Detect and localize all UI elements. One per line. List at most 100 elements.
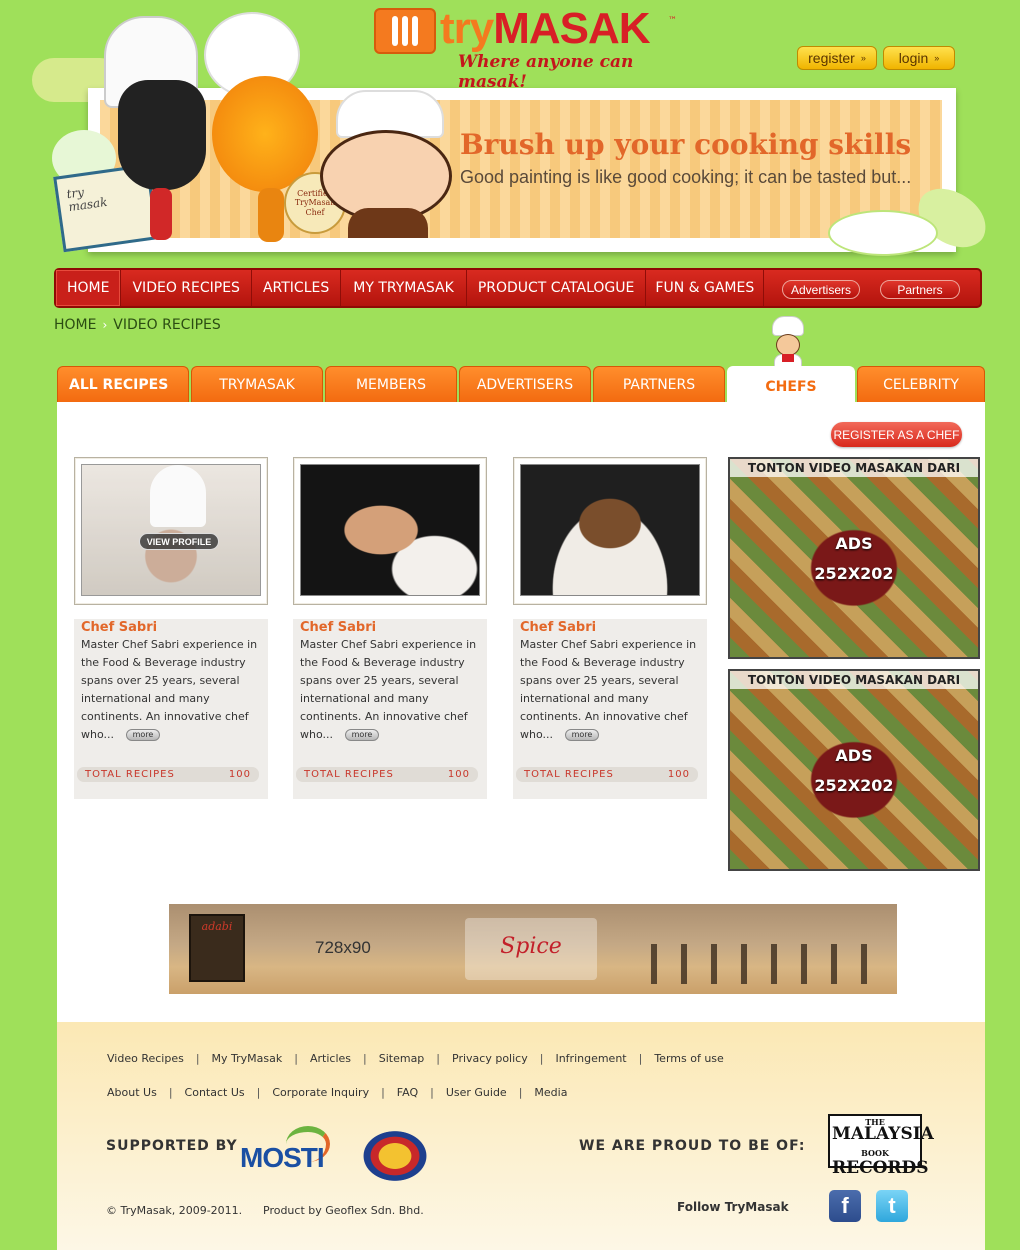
nav-product-catalogue[interactable]: PRODUCT CATALOGUE: [467, 270, 647, 306]
logo-trademark: ™: [668, 16, 677, 26]
more-button[interactable]: more: [345, 729, 379, 741]
footer-link-media[interactable]: Media: [534, 1086, 567, 1099]
utensils-logo-icon: [374, 8, 436, 54]
chevron-right-icon: »: [860, 53, 866, 63]
footer-separator: |: [195, 1052, 200, 1065]
tab-trymasak[interactable]: TRYMASAK: [191, 366, 323, 402]
nav-partners-button[interactable]: Partners: [880, 280, 960, 299]
chef-name[interactable]: Chef Sabri: [520, 619, 700, 635]
more-button[interactable]: more: [126, 729, 160, 741]
tab-partners[interactable]: PARTNERS: [593, 366, 725, 402]
chef-photo-frame[interactable]: [513, 457, 707, 605]
more-button[interactable]: more: [565, 729, 599, 741]
nav-home[interactable]: HOME: [56, 270, 122, 306]
login-button[interactable]: login »: [883, 46, 955, 70]
footer-link-corporate-inquiry[interactable]: Corporate Inquiry: [272, 1086, 369, 1099]
follow-trymasak-label: Follow TryMasak: [677, 1200, 789, 1214]
breadcrumb: HOME › VIDEO RECIPES: [54, 317, 221, 333]
leaderboard-ad[interactable]: adabi 728x90 Spice routes: [169, 904, 897, 994]
nav-advertisers-button[interactable]: Advertisers: [782, 280, 860, 299]
footer-link-faq[interactable]: FAQ: [397, 1086, 418, 1099]
footer-separator: |: [638, 1052, 643, 1065]
mbr-line-2-3: BOOK RECORDS: [832, 1143, 929, 1177]
footer-separator: |: [436, 1052, 441, 1065]
banner-subtitle: Good painting is like good cooking; it c…: [460, 167, 912, 187]
chef-name[interactable]: Chef Sabri: [81, 619, 261, 635]
chef-photo[interactable]: [81, 464, 261, 596]
spatula-mascot: [118, 80, 206, 190]
adabi-logo: adabi: [189, 914, 245, 982]
supported-by-label: SUPPORTED BY: [106, 1138, 238, 1154]
footer-link-contact-us[interactable]: Contact Us: [185, 1086, 245, 1099]
footer-link-terms-of-use[interactable]: Terms of use: [654, 1052, 723, 1065]
register-button[interactable]: register »: [797, 46, 877, 70]
total-recipes-label: TOTAL RECIPES: [304, 769, 394, 780]
total-recipes-value: 100: [447, 769, 470, 780]
tab-members[interactable]: MEMBERS: [325, 366, 457, 402]
chef-photo[interactable]: [520, 464, 700, 596]
tab-advertisers[interactable]: ADVERTISERS: [459, 366, 591, 402]
chef-name[interactable]: Chef Sabri: [300, 619, 480, 635]
ad-banner-252x202[interactable]: TONTON VIDEO MASAKAN DARI ADS 252X202: [728, 669, 980, 871]
chef-card: Chef Sabri Master Chef Sabri experience …: [513, 457, 707, 799]
chef-hat-photo-detail: [150, 465, 206, 527]
mbr-records: RECORDS: [832, 1158, 929, 1178]
footer-link-user-guide[interactable]: User Guide: [446, 1086, 507, 1099]
chef-description: Master Chef Sabri experience in the Food…: [300, 636, 480, 744]
malaysia-book-of-records-logo[interactable]: THE MALAYSIA BOOK RECORDS: [828, 1114, 934, 1177]
footer-link-privacy-policy[interactable]: Privacy policy: [452, 1052, 528, 1065]
footer-link-articles[interactable]: Articles: [310, 1052, 351, 1065]
login-label: login: [898, 50, 929, 66]
nav-my-trymasak[interactable]: MY TRYMASAK: [341, 270, 467, 306]
chef-description-text: Master Chef Sabri experience in the Food…: [81, 638, 258, 741]
total-recipes-bar: TOTAL RECIPES 100: [77, 767, 259, 782]
chef-photo-frame[interactable]: [293, 457, 487, 605]
main-navigation: HOME VIDEO RECIPES ARTICLES MY TRYMASAK …: [54, 268, 982, 308]
chef-card: Chef Sabri Master Chef Sabri experience …: [293, 457, 487, 799]
ad-label-line-1: ADS: [835, 746, 873, 765]
view-profile-button[interactable]: VIEW PROFILE: [139, 533, 219, 550]
chef-description: Master Chef Sabri experience in the Food…: [81, 636, 261, 744]
girl-chef-body: [348, 208, 428, 238]
rice-dish-illustration: [828, 210, 938, 256]
breadcrumb-current: VIDEO RECIPES: [113, 317, 221, 333]
footer-links-row-1: Video Recipes | My TryMasak | Articles |…: [107, 1052, 724, 1065]
chef-photo[interactable]: [300, 464, 480, 596]
footer-separator: |: [518, 1086, 523, 1099]
footer-link-infringement[interactable]: Infringement: [555, 1052, 626, 1065]
facebook-icon[interactable]: f: [829, 1190, 861, 1222]
footer-link-video-recipes[interactable]: Video Recipes: [107, 1052, 184, 1065]
breadcrumb-home[interactable]: HOME: [54, 317, 96, 333]
footer-separator: |: [168, 1086, 173, 1099]
tab-chefs[interactable]: CHEFS: [727, 366, 855, 406]
mosti-logo-text: MOSTI: [240, 1142, 325, 1173]
nav-video-recipes[interactable]: VIDEO RECIPES: [121, 270, 252, 306]
footer: Video Recipes | My TryMasak | Articles |…: [57, 1022, 985, 1250]
mbr-line-1: MALAYSIA: [832, 1124, 934, 1144]
footer-link-my-trymasak[interactable]: My TryMasak: [212, 1052, 283, 1065]
chevron-right-icon: »: [934, 53, 940, 63]
ad-label-line-1: ADS: [835, 534, 873, 553]
chef-photo-frame[interactable]: VIEW PROFILE: [74, 457, 268, 605]
tab-celebrity[interactable]: CELEBRITY: [857, 366, 985, 402]
tab-all-recipes[interactable]: ALL RECIPES: [57, 366, 189, 402]
footer-link-about-us[interactable]: About Us: [107, 1086, 157, 1099]
ad-banner-252x202[interactable]: TONTON VIDEO MASAKAN DARI ADS 252X202: [728, 457, 980, 659]
ad-label-line-2: 252X202: [814, 776, 894, 795]
banner-text: Brush up your cooking skills Good painti…: [460, 128, 940, 206]
nav-articles[interactable]: ARTICLES: [252, 270, 342, 306]
ad-label: ADS 252X202: [730, 529, 978, 589]
logo-text: tryMASAK: [440, 4, 651, 53]
footer-separator: |: [539, 1052, 544, 1065]
nav-fun-games[interactable]: FUN & GAMES: [646, 270, 765, 306]
footer-link-sitemap[interactable]: Sitemap: [379, 1052, 425, 1065]
malaysia-crest-logo[interactable]: [357, 1126, 433, 1186]
register-as-chef-button[interactable]: REGISTER AS A CHEF: [831, 422, 962, 447]
trymasak-logo[interactable]: tryMASAK ™ Where anyone can masak!: [374, 4, 684, 92]
chef-description-text: Master Chef Sabri experience in the Food…: [520, 638, 697, 741]
chef-mascot-scarf: [782, 354, 794, 362]
footer-separator: |: [430, 1086, 434, 1099]
mosti-logo[interactable]: MOSTI: [240, 1126, 332, 1176]
chef-info: Chef Sabri Master Chef Sabri experience …: [513, 619, 707, 799]
twitter-icon[interactable]: t: [876, 1190, 908, 1222]
